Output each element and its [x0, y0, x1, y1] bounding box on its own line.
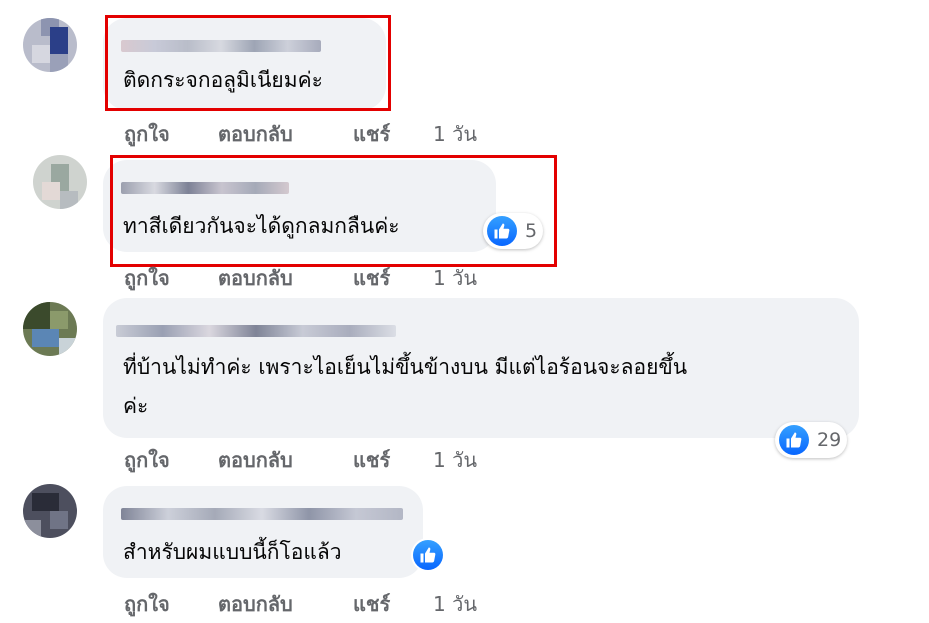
timestamp[interactable]: 1 วัน — [433, 444, 477, 476]
share-link[interactable]: แชร์ — [353, 588, 390, 620]
thumbs-up-icon — [779, 425, 809, 455]
timestamp[interactable]: 1 วัน — [433, 118, 477, 150]
reaction-summary[interactable]: 29 — [775, 422, 848, 458]
like-link[interactable]: ถูกใจ — [124, 588, 170, 620]
blurred-author-name[interactable] — [121, 508, 403, 520]
comment-text: สำหรับผมแบบนี้ก็โอแล้ว — [123, 540, 342, 564]
timestamp[interactable]: 1 วัน — [433, 262, 477, 294]
highlight-box — [110, 155, 557, 267]
avatar[interactable] — [23, 18, 77, 72]
like-link[interactable]: ถูกใจ — [124, 118, 170, 150]
share-link[interactable]: แชร์ — [353, 118, 390, 150]
reaction-count: 29 — [817, 429, 842, 451]
comment-bubble: สำหรับผมแบบนี้ก็โอแล้ว — [103, 486, 423, 578]
reply-link[interactable]: ตอบกลับ — [218, 262, 293, 294]
thumbs-up-icon — [413, 540, 443, 570]
like-link[interactable]: ถูกใจ — [124, 262, 170, 294]
avatar[interactable] — [23, 302, 77, 356]
reply-link[interactable]: ตอบกลับ — [218, 588, 293, 620]
share-link[interactable]: แชร์ — [353, 444, 390, 476]
timestamp[interactable]: 1 วัน — [433, 588, 477, 620]
like-link[interactable]: ถูกใจ — [124, 444, 170, 476]
avatar[interactable] — [33, 155, 87, 209]
share-link[interactable]: แชร์ — [353, 262, 390, 294]
reaction-summary[interactable] — [413, 537, 443, 573]
avatar[interactable] — [23, 484, 77, 538]
highlight-box — [105, 15, 391, 111]
comment-text-line-1: ที่บ้านไม่ทำค่ะ เพราะไอเย็นไม่ขึ้นข้างบน… — [123, 355, 688, 379]
blurred-author-name[interactable] — [116, 325, 396, 337]
comment-bubble: ที่บ้านไม่ทำค่ะ เพราะไอเย็นไม่ขึ้นข้างบน… — [103, 298, 859, 438]
reply-link[interactable]: ตอบกลับ — [218, 444, 293, 476]
reply-link[interactable]: ตอบกลับ — [218, 118, 293, 150]
comment-text-line-2: ค่ะ — [123, 394, 149, 418]
